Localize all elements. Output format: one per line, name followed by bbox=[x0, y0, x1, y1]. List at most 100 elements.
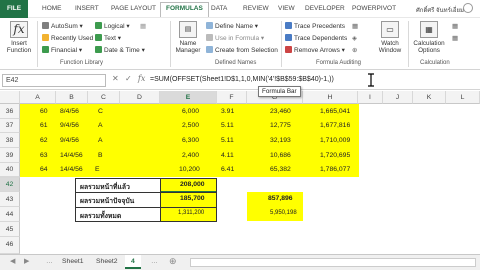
column-header-b[interactable]: B bbox=[56, 91, 88, 104]
spreadsheet-grid[interactable]: A B C D E F G H I J K L 36 37 38 39 40 4… bbox=[0, 91, 480, 254]
cell-a39[interactable]: 63 bbox=[40, 152, 48, 159]
cell-b40[interactable]: 14/4/56 bbox=[60, 166, 83, 173]
cell-h36[interactable]: 1,665,041 bbox=[320, 108, 350, 115]
cell-c38[interactable]: A bbox=[98, 137, 103, 144]
label-current-page-total[interactable]: ผลรวมหน้าปัจจุบัน bbox=[80, 195, 134, 206]
cell-b37[interactable]: 9/4/56 bbox=[60, 122, 79, 129]
show-formulas-icon[interactable]: ▦ bbox=[352, 22, 358, 30]
column-header-l[interactable]: L bbox=[446, 91, 480, 104]
cell-f39[interactable]: 4.11 bbox=[221, 152, 234, 159]
cancel-icon[interactable]: ✕ bbox=[112, 74, 119, 83]
row-header[interactable]: 42 bbox=[0, 178, 20, 192]
calculation-options-button[interactable]: ▦ Calculation Options bbox=[410, 21, 448, 54]
text-button[interactable]: Text ▾ bbox=[95, 34, 121, 42]
row-header[interactable]: 46 bbox=[0, 237, 20, 254]
horizontal-scrollbar[interactable] bbox=[190, 258, 476, 267]
cell-e38[interactable]: 6,300 bbox=[182, 137, 199, 144]
column-header-d[interactable]: D bbox=[120, 91, 160, 104]
cell-h38[interactable]: 1,710,009 bbox=[320, 137, 350, 144]
label-previous-page-total[interactable]: ผลรวมหน้าที่แล้ว bbox=[80, 181, 130, 192]
use-in-formula-button[interactable]: Use in Formula ▾ bbox=[206, 34, 264, 42]
cell-b39[interactable]: 14/4/56 bbox=[60, 152, 83, 159]
tab-insert[interactable]: INSERT bbox=[75, 5, 99, 12]
cell-g37[interactable]: 12,775 bbox=[270, 122, 291, 129]
cell-h39[interactable]: 1,720,695 bbox=[320, 152, 350, 159]
row-header[interactable]: 38 bbox=[0, 133, 20, 148]
cell-g40[interactable]: 65,382 bbox=[270, 166, 291, 173]
cell-c40[interactable]: E bbox=[95, 166, 100, 173]
logical-button[interactable]: Logical ▾ bbox=[95, 22, 130, 30]
sheet-tab-sheet1[interactable]: Sheet1 bbox=[56, 255, 90, 269]
scroll-right-icon[interactable]: ▶ bbox=[18, 255, 35, 269]
tab-data[interactable]: DATA bbox=[211, 5, 227, 12]
cell-g43[interactable]: 857,896 bbox=[268, 195, 293, 202]
tab-review[interactable]: REVIEW bbox=[243, 5, 269, 12]
cell-f40[interactable]: 6.41 bbox=[221, 166, 234, 173]
recently-used-button[interactable]: Recently Used ▾ bbox=[42, 34, 98, 42]
column-header-i[interactable]: I bbox=[358, 91, 383, 104]
cell-e36[interactable]: 6,000 bbox=[182, 108, 199, 115]
label-grand-total[interactable]: ผลรวมทั้งหมด bbox=[80, 210, 121, 221]
watch-window-button[interactable]: ▭ Watch Window bbox=[374, 21, 406, 54]
row-header[interactable]: 39 bbox=[0, 148, 20, 163]
sheet-tab-sheet2[interactable]: Sheet2 bbox=[90, 255, 124, 269]
insert-function-icon[interactable]: fx bbox=[138, 74, 145, 83]
error-checking-icon[interactable]: ◈ bbox=[352, 34, 357, 42]
tab-developer[interactable]: DEVELOPER bbox=[305, 5, 345, 12]
row-header[interactable]: 40 bbox=[0, 163, 20, 177]
name-manager-button[interactable]: ▤ Name Manager bbox=[173, 21, 203, 54]
cell-g39[interactable]: 10,686 bbox=[270, 152, 291, 159]
user-name[interactable]: ศักดิ์ศรี จันทร์เอี่ยม bbox=[416, 5, 464, 15]
sheet-tab-4[interactable]: 4 bbox=[125, 255, 141, 269]
insert-function-button[interactable]: fx Insert Function bbox=[2, 21, 36, 54]
trace-dependents-button[interactable]: Trace Dependents bbox=[285, 34, 347, 42]
add-sheet-icon[interactable]: ⊕ bbox=[163, 255, 183, 269]
define-name-button[interactable]: Define Name ▾ bbox=[206, 22, 258, 30]
avatar[interactable] bbox=[463, 3, 473, 13]
name-box[interactable]: E42 bbox=[2, 74, 106, 87]
cell-b38[interactable]: 9/4/56 bbox=[60, 137, 79, 144]
cell-g36[interactable]: 23,460 bbox=[270, 108, 291, 115]
cell-c36[interactable]: C bbox=[98, 108, 103, 115]
more-sheets-icon[interactable]: … bbox=[145, 255, 164, 269]
create-from-selection-button[interactable]: Create from Selection bbox=[206, 46, 278, 54]
select-all-corner[interactable] bbox=[0, 91, 20, 104]
row-header[interactable]: 36 bbox=[0, 104, 20, 119]
cell-b36[interactable]: 8/4/56 bbox=[60, 108, 79, 115]
column-header-j[interactable]: J bbox=[383, 91, 413, 104]
cell-g44[interactable]: 5,950,198 bbox=[270, 210, 297, 216]
cell-c39[interactable]: B bbox=[98, 152, 103, 159]
tab-powerpivot[interactable]: POWERPIVOT bbox=[352, 5, 396, 12]
cell-f38[interactable]: 5.11 bbox=[221, 137, 234, 144]
cell-e42[interactable]: 208,000 bbox=[180, 181, 205, 188]
column-header-c[interactable]: C bbox=[88, 91, 120, 104]
cell-f37[interactable]: 5.11 bbox=[221, 122, 234, 129]
autosum-button[interactable]: AutoSum ▾ bbox=[42, 22, 83, 30]
evaluate-formula-icon[interactable]: ⊕ bbox=[352, 46, 357, 54]
column-header-e[interactable]: E bbox=[160, 91, 217, 104]
remove-arrows-button[interactable]: Remove Arrows ▾ bbox=[285, 46, 345, 54]
cell-e44[interactable]: 1,311,200 bbox=[178, 210, 204, 216]
enter-icon[interactable]: ✓ bbox=[125, 74, 132, 83]
tab-view[interactable]: VIEW bbox=[278, 5, 295, 12]
cell-e43[interactable]: 185,700 bbox=[180, 195, 205, 202]
cell-h37[interactable]: 1,677,816 bbox=[320, 122, 350, 129]
cell-g38[interactable]: 32,193 bbox=[270, 137, 291, 144]
column-header-a[interactable]: A bbox=[20, 91, 56, 104]
row-header[interactable]: 45 bbox=[0, 222, 20, 237]
cell-e39[interactable]: 2,400 bbox=[182, 152, 199, 159]
column-header-h[interactable]: H bbox=[303, 91, 358, 104]
formula-input[interactable]: =SUM(OFFSET(Sheet1!D$1,1,0,MIN('4'!$B$59… bbox=[150, 74, 476, 87]
cell-e37[interactable]: 2,500 bbox=[182, 122, 199, 129]
more-functions-icon[interactable]: ▦ bbox=[140, 22, 146, 30]
cell-a38[interactable]: 62 bbox=[40, 137, 48, 144]
cell-h40[interactable]: 1,786,077 bbox=[320, 166, 350, 173]
calculate-sheet-icon[interactable]: ▦ bbox=[452, 34, 458, 42]
cell-c37[interactable]: A bbox=[98, 122, 103, 129]
column-header-k[interactable]: K bbox=[413, 91, 446, 104]
financial-button[interactable]: Financial ▾ bbox=[42, 46, 82, 54]
tab-formulas[interactable]: FORMULAS bbox=[160, 2, 209, 17]
row-header[interactable]: 44 bbox=[0, 207, 20, 222]
tab-home[interactable]: HOME bbox=[42, 5, 62, 12]
calculate-now-icon[interactable]: ▦ bbox=[452, 22, 458, 30]
